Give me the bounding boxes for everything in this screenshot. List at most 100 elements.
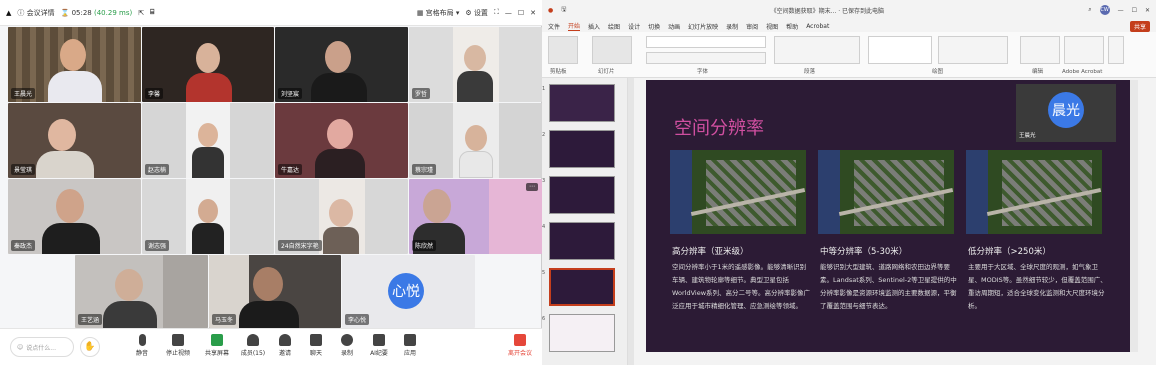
search-icon[interactable]: ⌕ — [1088, 6, 1091, 14]
minimize-button[interactable]: — — [1118, 7, 1124, 14]
tab-transitions[interactable]: 切换 — [648, 22, 660, 31]
participant-name: 王晨光 — [1019, 133, 1036, 139]
more-icon[interactable]: ⋯ — [526, 183, 538, 191]
current-slide[interactable]: 空间分辨率 晨光 王晨光 高分辨率（亚米级） 空间分辨率小于1米的遥感影像。能够… — [646, 80, 1130, 352]
hand-icon[interactable]: ✋ — [80, 337, 100, 357]
popout-icon[interactable]: ⇱ — [138, 9, 144, 17]
share-screen-button[interactable]: 共享屏幕 — [200, 334, 234, 357]
grid-icon[interactable]: ⌸ — [150, 8, 154, 17]
group-label: 剪贴板 — [550, 69, 567, 75]
video-tile[interactable]: 秦政杰 — [8, 179, 141, 254]
video-tile[interactable]: 蔡宗瑾 — [409, 103, 542, 178]
tab-review[interactable]: 审阅 — [746, 22, 758, 31]
chat-input[interactable]: ☺ 说点什么... — [10, 337, 74, 357]
satellite-image — [966, 150, 1102, 234]
slide-thumbnail[interactable] — [549, 84, 615, 122]
thumbnail-scrollbar[interactable] — [628, 78, 634, 365]
timer: ⌛ 05:28 (40.29 ms) — [60, 8, 133, 17]
video-tile[interactable]: 罗哲 — [409, 27, 542, 102]
save-icon[interactable]: 🖫 — [561, 5, 566, 15]
tab-view[interactable]: 视图 — [766, 22, 778, 31]
meeting-details-button[interactable]: ⓘ 会议详情 — [17, 8, 54, 18]
paragraph-buttons[interactable] — [774, 36, 860, 64]
column-heading: 高分辨率（亚米级） — [672, 247, 749, 257]
ribbon: 剪贴板 幻灯片 字体 段落 绘图 编辑 Adobe Acrobat — [542, 32, 1156, 78]
video-tile[interactable]: 赵志楠 — [142, 103, 274, 178]
invite-button[interactable]: 邀请 — [268, 334, 302, 357]
slide-thumbnail[interactable] — [549, 130, 615, 168]
slide-thumbnail[interactable] — [549, 176, 615, 214]
chat-icon — [310, 334, 322, 346]
microphone-icon — [138, 334, 146, 346]
close-button[interactable]: ✕ — [1145, 7, 1150, 14]
tab-draw[interactable]: 绘图 — [608, 22, 620, 31]
participant-name: 赵志楠 — [145, 164, 170, 175]
video-tile[interactable]: 景莹琪 — [8, 103, 141, 178]
leave-icon — [513, 334, 526, 346]
tab-design[interactable]: 设计 — [628, 22, 640, 31]
maximize-button[interactable]: ☐ — [1132, 7, 1137, 14]
video-tile[interactable]: 王晨光 — [8, 27, 141, 102]
apps-button[interactable]: 应用 — [393, 334, 427, 357]
tab-acrobat[interactable]: Acrobat — [806, 23, 829, 30]
participant-name: 王晨光 — [11, 88, 36, 99]
video-tile[interactable]: 马玉冬 — [209, 255, 341, 328]
meeting-toolbar: ☺ 说点什么... ✋ 静音 停止视频 共享屏幕 成员(15) 邀请 聊天 录制 … — [0, 328, 542, 365]
fullscreen-icon[interactable]: ⛶ — [494, 8, 499, 17]
slide-thumbnails: 1 2 3 4 5 6 — [542, 78, 628, 365]
video-tile[interactable]: 心悦 李心悦 — [342, 255, 475, 328]
font-name-select[interactable] — [646, 36, 766, 48]
participant-name: 陈欣然 — [412, 240, 437, 251]
layout-button[interactable]: ▦ 宫格布局 ▾ — [417, 8, 460, 18]
acrobat-button[interactable] — [1064, 36, 1104, 64]
autosave-icon[interactable]: ● — [548, 7, 553, 14]
members-icon — [247, 334, 259, 346]
tab-record[interactable]: 录制 — [726, 22, 738, 31]
slide-thumbnail[interactable] — [549, 222, 615, 260]
close-button[interactable]: ✕ — [530, 9, 536, 17]
designer-button[interactable] — [1108, 36, 1124, 64]
participant-name: 秦政杰 — [11, 240, 36, 251]
participant-name: 马玉冬 — [212, 314, 237, 325]
share-screen-icon — [211, 334, 223, 346]
maximize-button[interactable]: ☐ — [518, 9, 524, 17]
group-label: 编辑 — [1032, 69, 1044, 75]
share-button[interactable]: 共享 — [1129, 20, 1150, 32]
tab-home[interactable]: 开始 — [568, 21, 581, 31]
ai-notes-button[interactable]: AI纪要 — [362, 334, 396, 357]
user-avatar[interactable]: CW — [1099, 5, 1110, 15]
video-tile[interactable]: 王艺涵 — [75, 255, 208, 328]
video-tile[interactable]: 24自然宋字艳 — [275, 179, 408, 254]
editing-buttons[interactable] — [1020, 36, 1060, 64]
video-tile[interactable]: 牛嘉达 — [275, 103, 408, 178]
mute-button[interactable]: 静音 — [125, 334, 159, 357]
participant-name: 李心悦 — [345, 314, 370, 325]
paste-button[interactable] — [548, 36, 578, 64]
shapes-gallery[interactable] — [868, 36, 932, 64]
leave-meeting-button[interactable]: 离开会议 — [508, 334, 532, 357]
slide-scrollbar[interactable] — [1130, 80, 1138, 352]
stop-video-button[interactable]: 停止视频 — [161, 334, 195, 357]
avatar: 心悦 — [388, 273, 424, 309]
chat-button[interactable]: 聊天 — [299, 334, 333, 357]
tab-slideshow[interactable]: 幻灯片放映 — [688, 22, 718, 31]
tab-animations[interactable]: 动画 — [668, 22, 680, 31]
video-tile[interactable]: ⋯ 陈欣然 — [409, 179, 542, 254]
members-button[interactable]: 成员(15) — [236, 334, 270, 357]
minimize-button[interactable]: — — [505, 9, 512, 17]
new-slide-button[interactable] — [592, 36, 632, 64]
arrange-buttons[interactable] — [938, 36, 1008, 64]
tab-insert[interactable]: 插入 — [588, 22, 600, 31]
video-tile[interactable]: 李馨 — [142, 27, 274, 102]
font-format-buttons[interactable] — [646, 52, 766, 64]
video-tile[interactable]: 谢志强 — [142, 179, 274, 254]
record-button[interactable]: 录制 — [330, 334, 364, 357]
slide-thumbnail[interactable] — [549, 314, 615, 352]
video-tile[interactable]: 刘坚宸 — [275, 27, 408, 102]
slide-thumbnail-selected[interactable] — [549, 268, 615, 306]
tab-help[interactable]: 帮助 — [786, 22, 798, 31]
participant-name: 罗哲 — [412, 88, 431, 99]
settings-button[interactable]: ⚙ 设置 — [465, 8, 488, 18]
meeting-window: ▲ ⓘ 会议详情 ⌛ 05:28 (40.29 ms) ⇱ ⌸ ▦ 宫格布局 ▾… — [0, 0, 542, 365]
tab-file[interactable]: 文件 — [548, 22, 560, 31]
